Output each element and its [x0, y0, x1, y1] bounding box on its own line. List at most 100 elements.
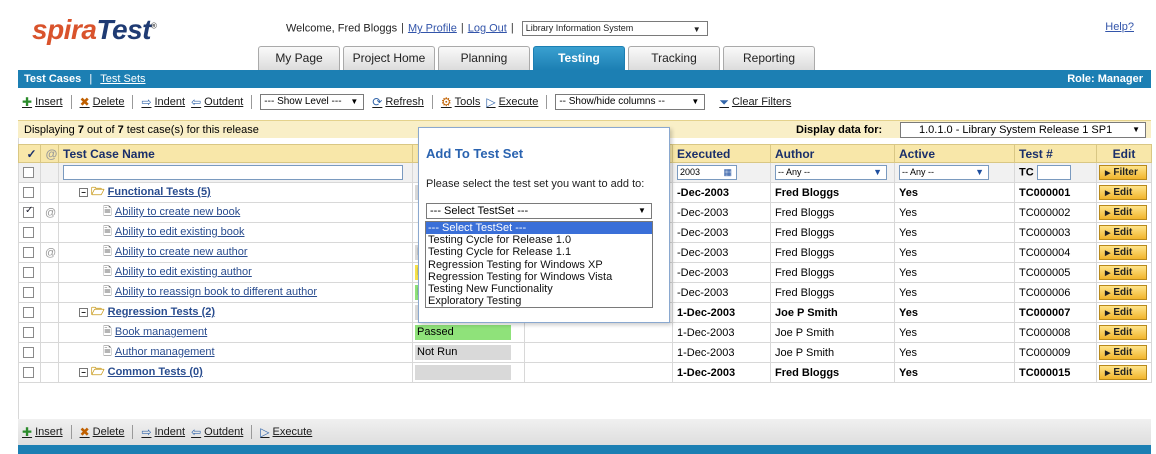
- edit-button[interactable]: ▶ Edit: [1099, 305, 1147, 320]
- test-case-name-header[interactable]: Test Case Name: [58, 144, 413, 163]
- project-select[interactable]: Library Information System ▼: [521, 21, 708, 36]
- active-cell: Yes: [894, 342, 1015, 363]
- table-row[interactable]: − 🗁 Common Tests (0) 1-Dec-2003 Fred Blogg…: [18, 362, 1152, 383]
- table-row[interactable]: 🗎 Author management Not Run 1-Dec-2003 Jo…: [18, 342, 1152, 363]
- row-checkbox[interactable]: [23, 287, 34, 299]
- test-case-link[interactable]: Ability to edit existing author: [115, 266, 252, 278]
- test-set-select[interactable]: --- Select TestSet --- ▼: [426, 203, 652, 219]
- clear-filters-button[interactable]: ⏷ Clear Filters: [719, 95, 791, 110]
- edit-button[interactable]: ▶ Edit: [1099, 345, 1147, 360]
- test-set-option[interactable]: Testing Cycle for Release 1.1: [426, 246, 652, 258]
- select-all-header[interactable]: ✓: [18, 144, 41, 163]
- active-filter-select[interactable]: -- Any -- ▼: [899, 165, 989, 180]
- active-header[interactable]: Active: [894, 144, 1015, 163]
- show-level-select[interactable]: --- Show Level --- ▼: [260, 94, 365, 110]
- test-number-cell: TC000005: [1014, 262, 1097, 283]
- my-profile-link[interactable]: My Profile: [408, 22, 457, 34]
- chevron-down-icon: ▼: [1132, 125, 1140, 134]
- row-checkbox[interactable]: [23, 205, 34, 219]
- insert-button[interactable]: ✚ Insert: [22, 425, 63, 439]
- execute-button[interactable]: ▷ Execute: [260, 425, 312, 439]
- edit-button[interactable]: ▶ Edit: [1099, 245, 1147, 260]
- test-case-name-cell: 🗎 Ability to create new author: [58, 242, 413, 263]
- test-case-link[interactable]: Author management: [115, 346, 215, 358]
- active-cell: Yes: [894, 282, 1015, 303]
- row-checkbox[interactable]: [23, 187, 34, 199]
- test-number-cell: TC000002: [1014, 202, 1097, 223]
- test-folder-link[interactable]: Regression Tests (2): [108, 306, 215, 318]
- show-hide-columns-select[interactable]: -- Show/hide columns -- ▼: [555, 94, 706, 110]
- test-set-option[interactable]: Exploratory Testing: [426, 295, 652, 307]
- test-case-link[interactable]: Ability to create new book: [115, 206, 240, 218]
- tab-tracking[interactable]: Tracking: [628, 46, 720, 70]
- test-set-option[interactable]: Testing Cycle for Release 1.0: [426, 234, 652, 246]
- tab-testing[interactable]: Testing: [533, 46, 625, 70]
- collapse-icon[interactable]: −: [79, 187, 88, 197]
- author-filter-select[interactable]: -- Any -- ▼: [775, 165, 887, 180]
- row-checkbox[interactable]: [23, 367, 34, 379]
- edit-button[interactable]: ▶ Edit: [1099, 365, 1147, 380]
- test-set-option[interactable]: --- Select TestSet ---: [426, 222, 652, 235]
- execute-button[interactable]: ▷ Execute: [486, 95, 538, 109]
- indent-button[interactable]: ⇨ Indent: [141, 95, 185, 109]
- outdent-button[interactable]: ⇦ Outdent: [191, 425, 243, 439]
- row-checkbox[interactable]: [23, 307, 34, 319]
- outdent-icon: ⇦: [191, 425, 202, 439]
- insert-button[interactable]: ✚ Insert: [22, 95, 63, 109]
- filter-button[interactable]: ▶ Filter: [1099, 165, 1147, 180]
- tools-button[interactable]: ⚙ Tools: [441, 95, 480, 109]
- test-case-link[interactable]: Book management: [115, 326, 207, 338]
- name-filter-input[interactable]: [63, 165, 403, 180]
- spiratest-logo[interactable]: spiraTest®: [32, 14, 157, 46]
- row-checkbox[interactable]: [23, 247, 34, 259]
- table-row[interactable]: 🗎 Book management Passed 1-Dec-2003 Joe P…: [18, 322, 1152, 343]
- tab-project-home[interactable]: Project Home: [343, 46, 435, 70]
- collapse-icon[interactable]: −: [79, 367, 88, 377]
- tab-planning[interactable]: Planning: [438, 46, 530, 70]
- calendar-icon[interactable]: ▦: [723, 166, 732, 179]
- executed-header[interactable]: Executed: [672, 144, 771, 163]
- execution-status: [415, 365, 511, 380]
- row-checkbox[interactable]: [23, 227, 34, 239]
- delete-button[interactable]: ✖ Delete: [80, 425, 125, 439]
- log-out-link[interactable]: Log Out: [468, 22, 507, 34]
- select-all-checkbox[interactable]: [23, 167, 34, 179]
- test-number-cell: TC000008: [1014, 322, 1097, 343]
- test-set-option[interactable]: Testing New Functionality: [426, 283, 652, 295]
- test-case-link[interactable]: Ability to edit existing book: [115, 226, 245, 238]
- collapse-icon[interactable]: −: [79, 307, 88, 317]
- test-case-link[interactable]: Ability to create new author: [115, 246, 248, 258]
- edit-button[interactable]: ▶ Edit: [1099, 185, 1147, 200]
- delete-icon: ✖: [79, 95, 90, 109]
- author-cell: Fred Bloggs: [770, 282, 895, 303]
- edit-button[interactable]: ▶ Edit: [1099, 205, 1147, 220]
- test-number-header[interactable]: Test #: [1014, 144, 1097, 163]
- help-link[interactable]: Help?: [1105, 21, 1134, 33]
- author-header[interactable]: Author: [770, 144, 895, 163]
- outdent-button[interactable]: ⇦ Outdent: [191, 95, 243, 109]
- test-set-option[interactable]: Regression Testing for Windows XP: [426, 259, 652, 271]
- active-cell: Yes: [894, 362, 1015, 383]
- author-cell: Fred Bloggs: [770, 222, 895, 243]
- tab-my-page[interactable]: My Page: [258, 46, 340, 70]
- indent-button[interactable]: ⇨ Indent: [141, 425, 185, 439]
- delete-button[interactable]: ✖ Delete: [80, 95, 125, 109]
- edit-button[interactable]: ▶ Edit: [1099, 325, 1147, 340]
- row-checkbox[interactable]: [23, 327, 34, 339]
- tab-reporting[interactable]: Reporting: [723, 46, 815, 70]
- test-case-link[interactable]: Ability to reassign book to different au…: [115, 286, 317, 298]
- test-folder-link[interactable]: Common Tests (0): [108, 366, 203, 378]
- executed-date-filter[interactable]: 2003 ▦: [677, 165, 737, 180]
- edit-button[interactable]: ▶ Edit: [1099, 265, 1147, 280]
- test-set-option[interactable]: Regression Testing for Windows Vista: [426, 271, 652, 283]
- indent-icon: ⇨: [141, 425, 152, 439]
- row-checkbox[interactable]: [23, 347, 34, 359]
- edit-button[interactable]: ▶ Edit: [1099, 225, 1147, 240]
- edit-button[interactable]: ▶ Edit: [1099, 285, 1147, 300]
- test-sets-link[interactable]: Test Sets: [100, 73, 145, 85]
- test-folder-link[interactable]: Functional Tests (5): [108, 186, 211, 198]
- test-number-filter-input[interactable]: [1036, 165, 1071, 180]
- release-select[interactable]: 1.0.1.0 - Library System Release 1 SP1 ▼: [900, 122, 1146, 138]
- row-checkbox[interactable]: [23, 267, 34, 279]
- refresh-button[interactable]: ⟳ Refresh: [372, 95, 424, 109]
